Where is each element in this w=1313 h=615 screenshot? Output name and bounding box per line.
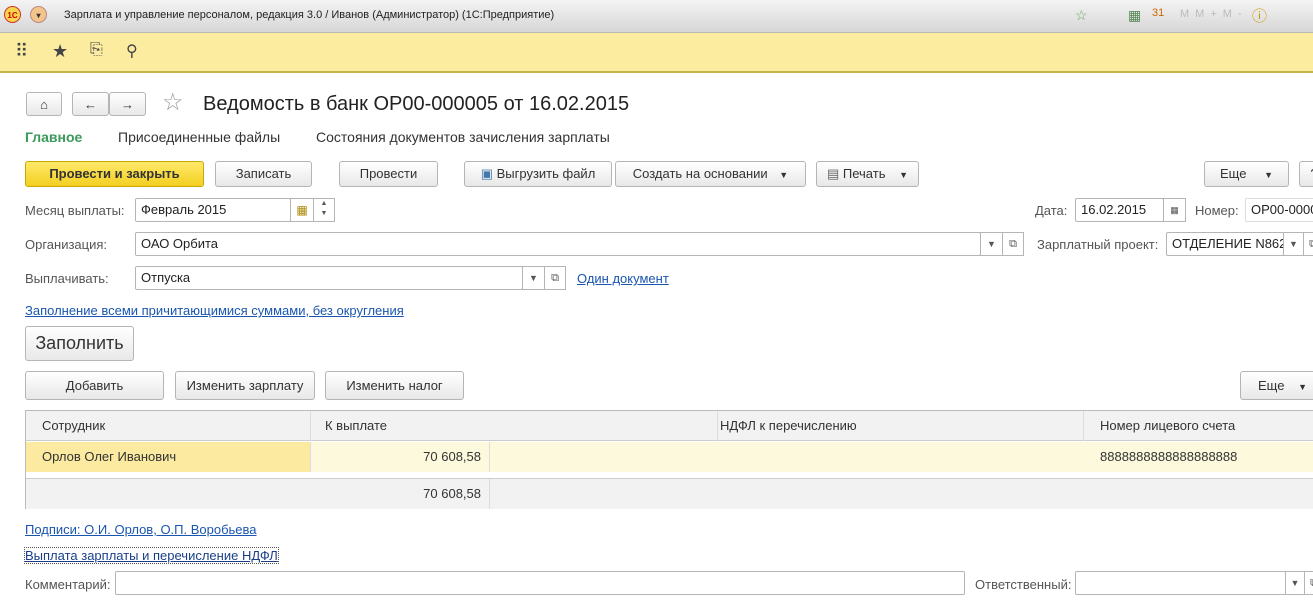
change-salary-button[interactable]: Изменить зарплату [175, 371, 315, 400]
change-tax-button[interactable]: Изменить налог [325, 371, 464, 400]
export-label: Выгрузить файл [496, 166, 596, 181]
organization-dropdown[interactable]: ▼ [980, 232, 1003, 256]
m-button[interactable]: M [1180, 8, 1195, 20]
arrow-left-icon: ← [84, 97, 97, 112]
post-button[interactable]: Провести [339, 161, 438, 187]
comment-input[interactable] [115, 571, 965, 595]
star-icon[interactable]: ★ [52, 41, 68, 62]
more-button[interactable]: Еще ▼ [1204, 161, 1289, 187]
responsible-label: Ответственный: [975, 577, 1072, 592]
header-ndfl[interactable]: НДФЛ к перечислению [718, 411, 1084, 441]
organization-label: Организация: [25, 237, 108, 252]
comment-label: Комментарий: [25, 577, 111, 592]
calculator-icon[interactable]: ▦ [1128, 7, 1141, 24]
payment-link[interactable]: Выплата зарплаты и перечисление НДФЛ [24, 547, 279, 564]
printer-icon: ▤ [826, 166, 843, 181]
pay-dropdown[interactable]: ▼ [522, 266, 545, 290]
1c-logo-icon[interactable]: 1С [4, 6, 21, 23]
number-label: Номер: [1195, 203, 1239, 218]
search-icon[interactable]: ⚲ [126, 41, 138, 61]
help-button[interactable]: ? [1299, 161, 1313, 187]
info-icon[interactable]: ⓘ [1252, 5, 1267, 26]
calendar-icon[interactable]: 31 [1152, 7, 1164, 19]
logo-text: 1С [7, 11, 18, 20]
fill-button[interactable]: Заполнить [25, 326, 134, 361]
create-based-on-button[interactable]: Создать на основании ▼ [615, 161, 806, 187]
home-icon: ⌂ [40, 97, 48, 112]
add-button[interactable]: Добавить [25, 371, 164, 400]
print-button[interactable]: ▤ Печать ▼ [816, 161, 919, 187]
header-account[interactable]: Номер лицевого счета [1084, 411, 1313, 441]
dropdown-arrow-icon: ▼ [779, 170, 789, 180]
header-employee[interactable]: Сотрудник [26, 411, 311, 441]
page-title: Ведомость в банк ОР00-000005 от 16.02.20… [203, 93, 630, 115]
post-and-close-button[interactable]: Провести и закрыть [25, 161, 204, 187]
create-based-label: Создать на основании [632, 166, 768, 181]
month-spinner[interactable]: ▲ ▼ [313, 198, 335, 222]
cell-employee[interactable]: Орлов Олег Иванович [26, 442, 311, 472]
salary-project-label: Зарплатный проект: [1037, 237, 1159, 252]
cell-amount[interactable]: 70 608,58 [311, 442, 490, 472]
home-button[interactable]: ⌂ [26, 92, 62, 116]
back-button[interactable]: ← [72, 92, 109, 116]
pay-open-icon[interactable]: ⧉ [544, 266, 566, 290]
dropdown-arrow-icon: ▼ [1298, 382, 1307, 392]
fill-mode-link[interactable]: Заполнение всеми причитающимися суммами,… [25, 303, 404, 318]
save-button[interactable]: Записать [215, 161, 312, 187]
table-more-label: Еще [1258, 378, 1285, 393]
number-input[interactable]: ОР00-000005 [1245, 198, 1313, 222]
print-label: Печать [842, 166, 886, 181]
cell-account[interactable]: 8888888888888888888 [1084, 442, 1313, 472]
m-buttons[interactable]: MM+M- [1180, 8, 1248, 20]
tab-document-states[interactable]: Состояния документов зачисления зарплаты [316, 129, 610, 145]
apps-grid-icon[interactable]: ⠿ [15, 41, 28, 62]
tab-attached-files[interactable]: Присоединенные файлы [118, 129, 280, 145]
window-titlebar: 1С ▾ Зарплата и управление персоналом, р… [0, 0, 1313, 33]
window-title: Зарплата и управление персоналом, редакц… [64, 9, 555, 21]
header-amount[interactable]: К выплате [311, 411, 718, 441]
employees-table: Сотрудник К выплате НДФЛ к перечислению … [25, 410, 1313, 509]
export-file-button[interactable]: ▣ Выгрузить файл [464, 161, 612, 187]
more-label: Еще [1220, 166, 1247, 181]
salary-project-input[interactable]: ОТДЕЛЕНИЕ N8626 [1166, 232, 1284, 256]
dropdown-arrow-icon: ▼ [1264, 170, 1273, 180]
date-input[interactable]: 16.02.2015 [1075, 198, 1164, 222]
salary-project-dropdown[interactable]: ▼ [1283, 232, 1304, 256]
sections-toolbar: ⠿ ★ ⎘ ⚲ [0, 33, 1313, 73]
footer-total-amount: 70 608,58 [311, 479, 490, 509]
signatures-link[interactable]: Подписи: О.И. Орлов, О.П. Воробьева [25, 522, 257, 537]
table-footer: 70 608,58 [26, 478, 1313, 509]
favorite-star-icon[interactable]: ☆ [162, 88, 184, 117]
organization-open-icon[interactable]: ⧉ [1002, 232, 1024, 256]
table-more-button[interactable]: Еще ▼ [1240, 371, 1313, 400]
favorites-add-icon[interactable]: ☆ [1075, 7, 1088, 24]
menu-chevron-icon[interactable]: ▾ [30, 6, 47, 23]
m-minus-button[interactable]: M- [1223, 8, 1248, 20]
dropdown-arrow-icon: ▼ [899, 170, 909, 180]
history-icon[interactable]: ⎘ [90, 41, 103, 59]
responsible-open-icon[interactable]: ⧉ [1304, 571, 1313, 595]
month-label: Месяц выплаты: [25, 203, 125, 218]
forward-button[interactable]: → [109, 92, 146, 116]
salary-project-open-icon[interactable]: ⧉ [1303, 232, 1313, 256]
calendar-button[interactable]: ▦ [290, 198, 314, 222]
pay-input[interactable]: Отпуска [135, 266, 523, 290]
organization-input[interactable]: ОАО Орбита [135, 232, 981, 256]
date-label: Дата: [1035, 203, 1068, 218]
date-calendar-button[interactable]: ▦ [1163, 198, 1186, 222]
pay-label: Выплачивать: [25, 271, 109, 286]
responsible-input[interactable] [1075, 571, 1286, 595]
m-plus-button[interactable]: M+ [1195, 8, 1223, 20]
responsible-dropdown[interactable]: ▼ [1285, 571, 1305, 595]
table-header: Сотрудник К выплате НДФЛ к перечислению … [26, 411, 1313, 441]
arrow-right-icon: → [121, 97, 134, 112]
one-document-link[interactable]: Один документ [577, 271, 669, 286]
export-icon: ▣ [480, 166, 497, 181]
tab-main[interactable]: Главное [25, 129, 82, 145]
month-input[interactable]: Февраль 2015 [135, 198, 291, 222]
table-row[interactable]: Орлов Олег Иванович 70 608,58 8888888888… [26, 442, 1313, 472]
